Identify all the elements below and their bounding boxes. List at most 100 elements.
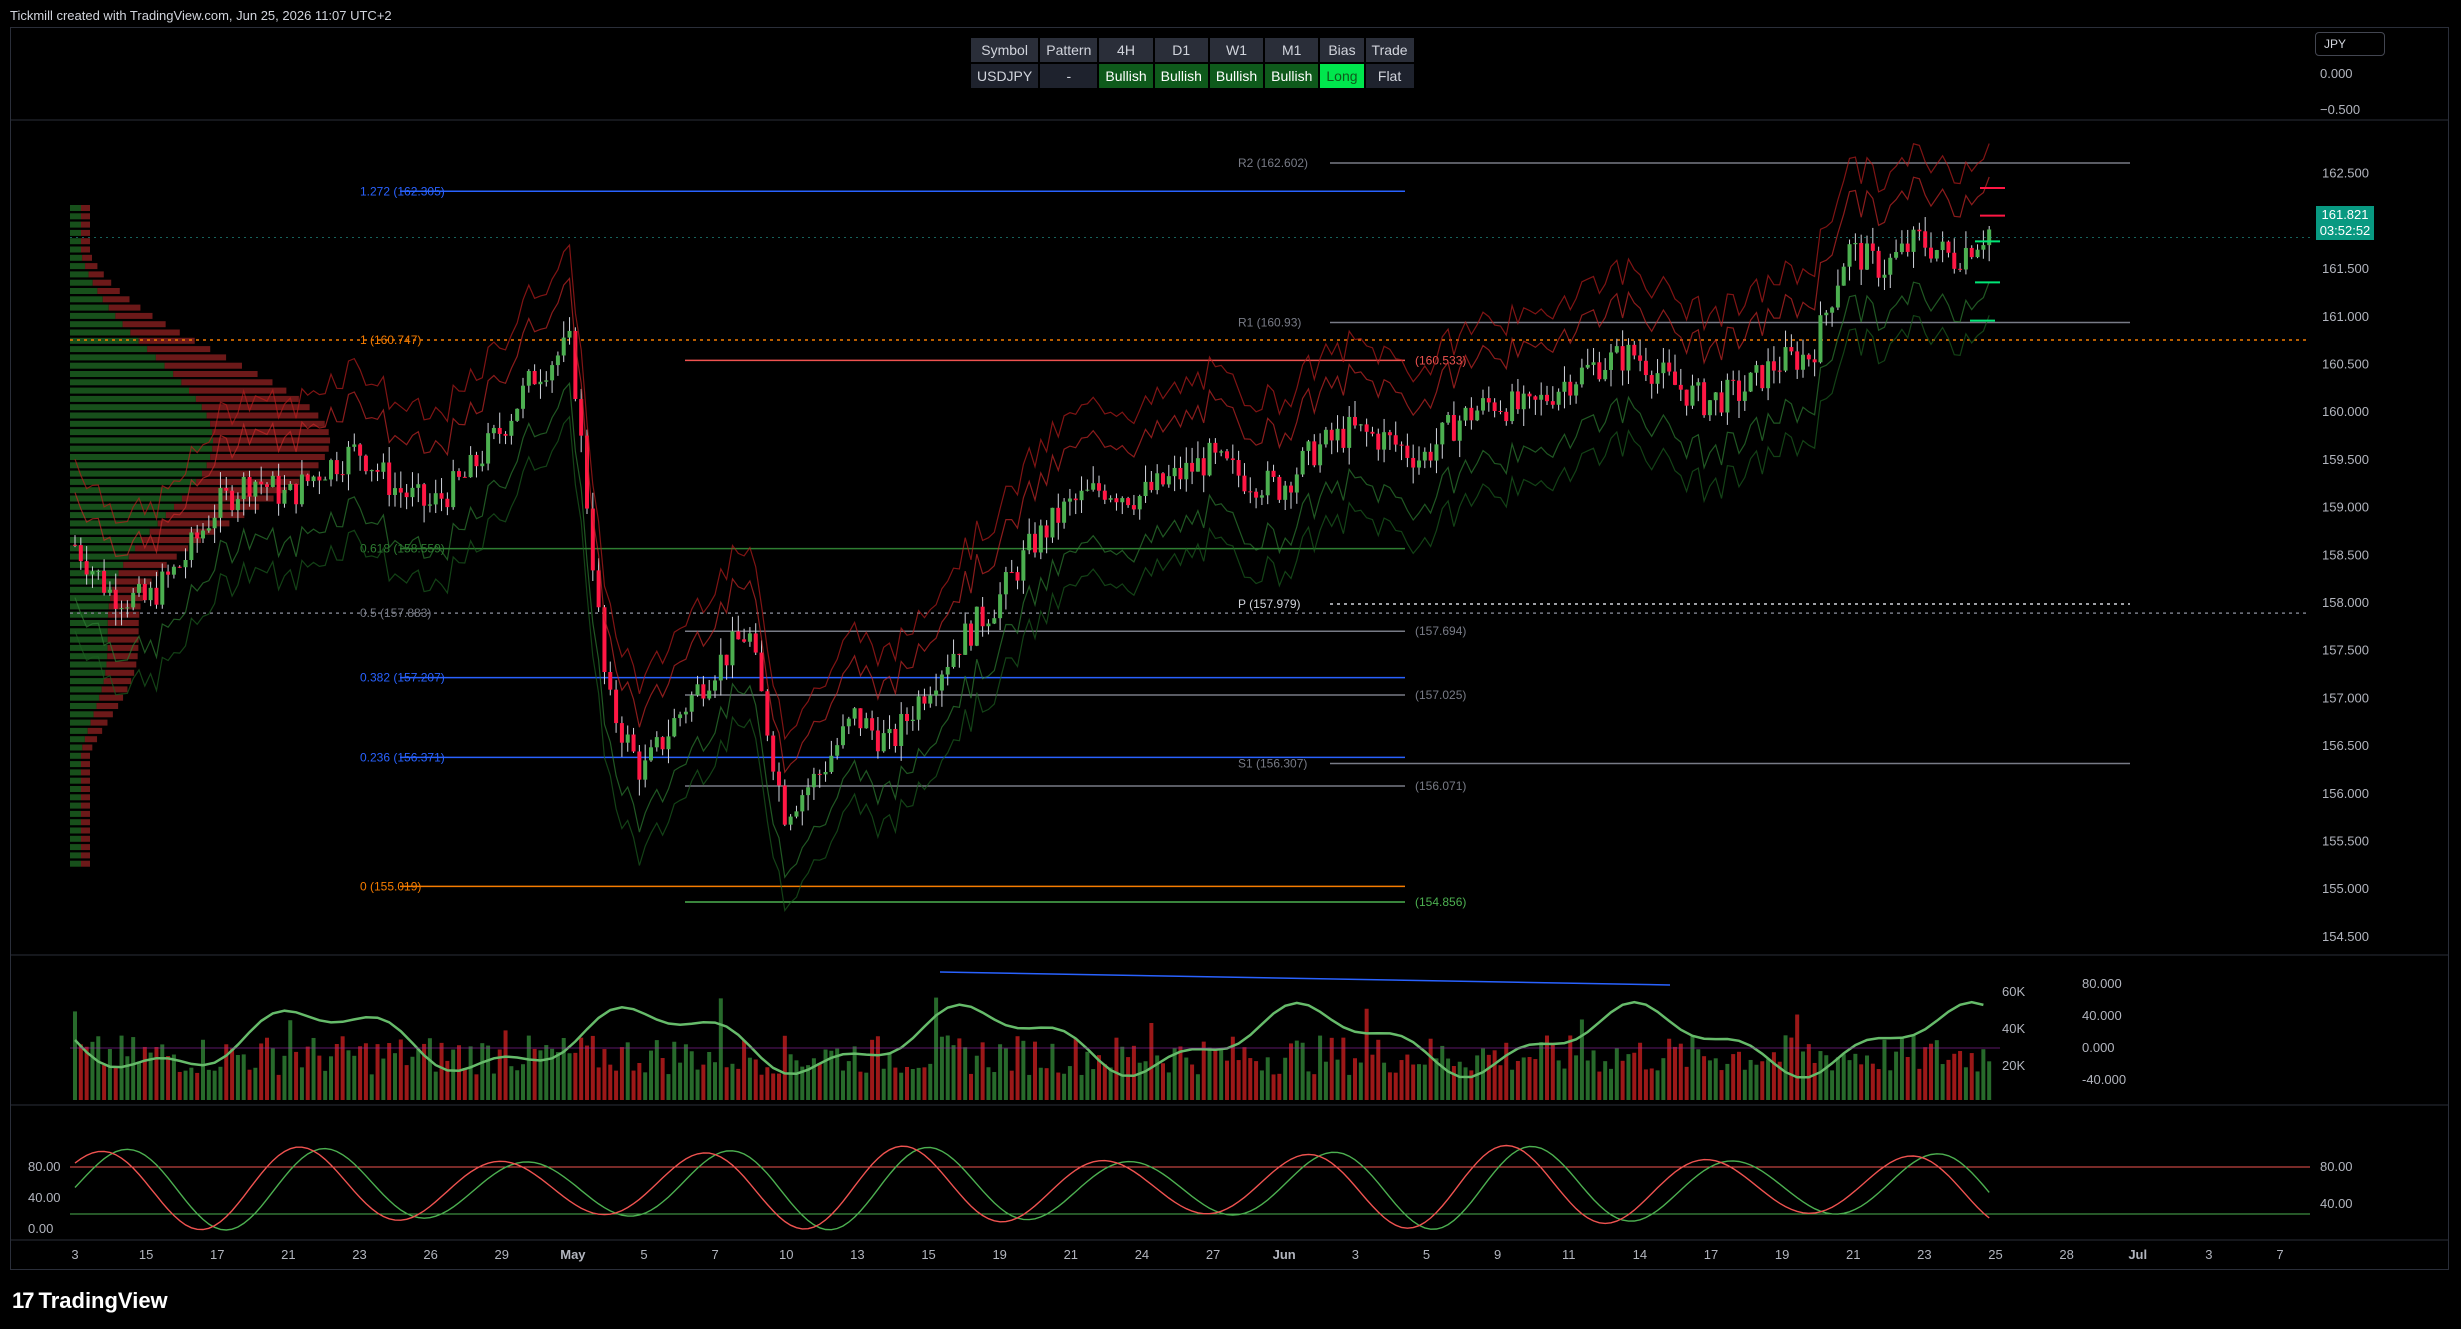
stoch-axis-tick-left: 80.00 [28, 1159, 61, 1174]
volume-profile-bar [70, 520, 158, 527]
volume-profile-bar [70, 221, 81, 228]
price-chart[interactable]: 0.000−0.500162.500162.000161.500161.0001… [0, 0, 2461, 1329]
oscillator-axis-tick: -40.000 [2082, 1072, 2126, 1087]
candle-body [491, 427, 496, 434]
stoch-line [74, 1145, 1990, 1231]
volume-bar [241, 1054, 246, 1100]
time-axis-tick: 5 [1423, 1247, 1430, 1262]
volume-profile-bar [81, 246, 90, 253]
volume-bar [1143, 1061, 1148, 1100]
volume-bar [1707, 1060, 1712, 1100]
volume-bar [794, 1060, 799, 1100]
volume-bar [986, 1067, 991, 1100]
candle-body [841, 726, 845, 746]
candle-body [1463, 407, 1468, 421]
volume-profile-bar [70, 279, 93, 286]
level-label: 0.382 (157.207) [360, 671, 445, 685]
volume-profile-bar [81, 835, 90, 842]
level-label: P (157.979) [1238, 597, 1301, 611]
volume-bar [998, 1044, 1003, 1100]
volume-bar [1236, 1060, 1241, 1100]
candle-body [1643, 360, 1648, 376]
bar-countdown: 03:52:52 [2319, 223, 2371, 238]
volume-bar [608, 1064, 613, 1100]
candle-body [1609, 352, 1613, 370]
volume-bar [637, 1062, 642, 1100]
volume-profile-bar [70, 362, 165, 369]
candle-body [1422, 451, 1427, 461]
candle-body [1597, 362, 1602, 380]
candle-body [1335, 428, 1340, 441]
volume-bar [1300, 1042, 1305, 1100]
volume-bar [1102, 1064, 1107, 1100]
volume-bar [96, 1036, 101, 1100]
volume-bar [218, 1066, 223, 1100]
volume-bar [334, 1044, 339, 1100]
volume-bar [1335, 1059, 1340, 1100]
currency-button[interactable]: JPY [2315, 32, 2385, 56]
volume-bar [1661, 1058, 1666, 1100]
stoch-axis-tick-left: 0.00 [28, 1221, 53, 1236]
volume-bar [1213, 1049, 1218, 1100]
volume-bar [1347, 1074, 1352, 1100]
volume-bar [1242, 1047, 1247, 1100]
candle-body [1696, 382, 1701, 386]
volume-profile-bar [70, 603, 109, 610]
volume-profile-bar [70, 288, 98, 294]
candle-body [1731, 379, 1736, 381]
volume-profile-bar [70, 727, 88, 734]
volume-profile-bar [70, 238, 81, 245]
tradingview-footer[interactable]: 17 TradingView [12, 1288, 168, 1314]
candle-body [1440, 422, 1445, 445]
top-axis-label: −0.500 [2320, 102, 2360, 117]
candle-body [713, 680, 717, 691]
volume-bar [1370, 1054, 1375, 1100]
price-axis-tick: 155.000 [2322, 881, 2369, 896]
candle-body [625, 734, 630, 743]
candle-body [1102, 490, 1107, 500]
volume-bar [1259, 1070, 1264, 1100]
candle-body [823, 771, 828, 775]
candle-body [84, 561, 89, 575]
volume-bar [1585, 1060, 1590, 1100]
volume-bar [1748, 1059, 1753, 1100]
candle-body [934, 690, 939, 696]
candle-body [1009, 572, 1014, 574]
volume-bar [1923, 1047, 1928, 1100]
candle-body [1358, 424, 1363, 426]
candle-body [1818, 315, 1823, 363]
volume-bar [1952, 1053, 1957, 1100]
volume-profile-bar [81, 794, 90, 801]
volume-bar [317, 1055, 322, 1100]
volume-bar [619, 1047, 624, 1100]
time-axis-tick: 19 [992, 1247, 1006, 1262]
candle-body [1108, 498, 1113, 500]
volume-bar [660, 1058, 665, 1100]
volume-bar [1638, 1042, 1643, 1100]
volume-bar [1940, 1064, 1945, 1100]
candle-body [1958, 268, 1963, 270]
time-axis-tick: 10 [779, 1247, 793, 1262]
volume-bar [1806, 1044, 1811, 1100]
candle-body [1562, 381, 1567, 392]
volume-bar [1184, 1057, 1189, 1100]
candle-body [1940, 241, 1945, 251]
candle-body [1329, 429, 1334, 441]
volume-profile-bar [81, 769, 90, 776]
candle-body [1632, 344, 1637, 356]
volume-profile-bar [70, 420, 211, 427]
volume-profile-bar [87, 727, 103, 734]
candle-body [689, 695, 694, 712]
candle-body [532, 370, 537, 385]
volume-bar [649, 1050, 653, 1100]
last-price-value: 161.821 [2321, 207, 2369, 222]
volume-bar [369, 1074, 374, 1100]
volume-bar [841, 1070, 845, 1100]
candle-body [777, 771, 781, 786]
volume-bar [1312, 1074, 1317, 1100]
volume-bar [1847, 1060, 1852, 1100]
volume-profile-bar [115, 312, 153, 319]
volume-profile-bar [123, 561, 167, 568]
candle-body [78, 545, 83, 562]
volume-bar [1289, 1043, 1293, 1100]
